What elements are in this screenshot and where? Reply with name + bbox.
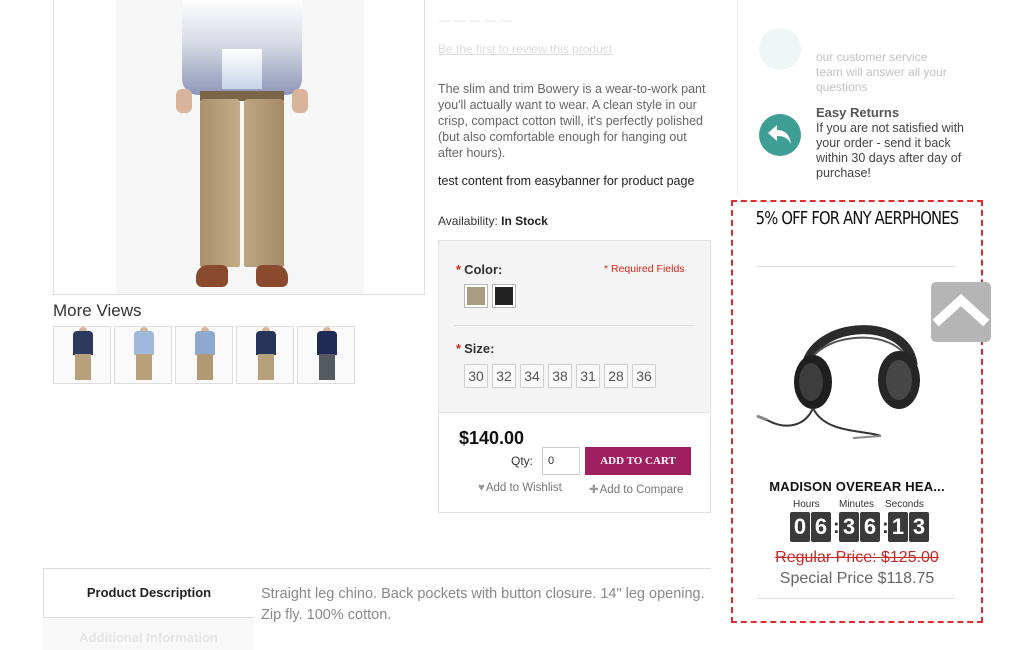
color-option-label: * Color: xyxy=(456,262,503,277)
options-divider xyxy=(454,325,695,326)
product-main-image[interactable] xyxy=(53,0,425,295)
tab-divider xyxy=(254,568,711,569)
customer-service-text: our customer service team will answer al… xyxy=(816,50,947,94)
size-option[interactable]: 31 xyxy=(576,364,600,388)
customer-service-icon xyxy=(759,28,801,70)
product-thumbnail[interactable] xyxy=(53,326,111,384)
color-swatch-black[interactable] xyxy=(492,284,516,308)
deal-regular-price: Regular Price: $125.00 xyxy=(775,549,939,566)
required-marker: * xyxy=(456,262,462,277)
countdown-digit: 6 xyxy=(860,512,880,542)
qty-input[interactable] xyxy=(542,447,580,475)
return-arrow-icon xyxy=(759,114,801,156)
countdown-separator: : xyxy=(833,516,840,538)
product-options: * Color: * Required Fields * Size: 30 32 3… xyxy=(438,240,711,413)
countdown-separator: : xyxy=(882,516,889,538)
product-photo-model xyxy=(116,0,364,294)
countdown-digit: 0 xyxy=(790,512,810,542)
thumbnail-gallery xyxy=(53,326,355,384)
deal-special-price: Special Price $118.75 xyxy=(779,570,935,587)
size-option[interactable]: 36 xyxy=(632,364,656,388)
add-to-wishlist-link[interactable]: ♥Add to Wishlist xyxy=(478,482,562,494)
column-divider xyxy=(737,0,738,195)
deal-widget: 5% OFF FOR ANY AERPHONES MADISON OVEREAR… xyxy=(731,200,983,623)
easybanner-text: test content from easybanner for product… xyxy=(438,174,695,188)
tab-content-description: Straight leg chino. Back pockets with bu… xyxy=(261,586,705,623)
scroll-to-top-button[interactable] xyxy=(931,282,991,342)
size-option[interactable]: 32 xyxy=(492,364,516,388)
product-price: $140.00 xyxy=(459,428,525,448)
product-thumbnail[interactable] xyxy=(175,326,233,384)
availability: Availability: In Stock xyxy=(438,214,548,228)
minutes-label: Minutes xyxy=(839,499,875,510)
product-thumbnail[interactable] xyxy=(297,326,355,384)
add-to-compare-link[interactable]: ✚Add to Compare xyxy=(589,482,683,496)
required-marker: * xyxy=(456,341,462,356)
qty-label: Qty: xyxy=(511,454,534,468)
size-option[interactable]: 34 xyxy=(520,364,544,388)
review-link[interactable]: Be the first to review this product xyxy=(438,42,612,56)
countdown-digit: 6 xyxy=(811,512,831,542)
required-fields-note: * Required Fields xyxy=(604,263,685,275)
color-swatch-khaki[interactable] xyxy=(464,284,488,308)
tab-additional-information[interactable]: Additional Information xyxy=(43,618,254,650)
easy-returns-text: If you are not satisfied with your order… xyxy=(816,121,964,180)
product-thumbnail[interactable] xyxy=(114,326,172,384)
hours-label: Hours xyxy=(793,499,820,510)
chevron-up-icon xyxy=(932,293,990,327)
availability-status: In Stock xyxy=(501,214,548,228)
add-to-cart-box: $140.00 Qty: ADD TO CART ♥Add to Wishlis… xyxy=(438,414,711,513)
size-option[interactable]: 38 xyxy=(548,364,572,388)
easy-returns-title: Easy Returns xyxy=(816,105,900,120)
countdown-timer: 0 6 : 3 6 : 1 3 xyxy=(790,512,930,542)
deal-divider xyxy=(757,266,955,267)
deal-product-name[interactable]: MADISON OVEREAR HEA... xyxy=(733,479,981,494)
deal-title: 5% OFF FOR ANY AERPHONES xyxy=(755,208,959,229)
faded-rating-row: — — — — — xyxy=(438,13,512,27)
size-options: 30 32 34 38 31 28 36 xyxy=(464,364,656,388)
countdown-digit: 3 xyxy=(909,512,929,542)
availability-label: Availability: xyxy=(438,214,498,228)
product-short-description: The slim and trim Bowery is a wear-to-wo… xyxy=(438,82,706,160)
size-option[interactable]: 28 xyxy=(604,364,628,388)
more-views-title: More Views xyxy=(53,301,142,320)
size-option-label: * Size: xyxy=(456,341,495,356)
headphones-image[interactable] xyxy=(755,312,959,442)
countdown-digit: 3 xyxy=(839,512,859,542)
tab-product-description[interactable]: Product Description xyxy=(43,568,254,618)
product-thumbnail[interactable] xyxy=(236,326,294,384)
add-to-cart-button[interactable]: ADD TO CART xyxy=(585,447,691,475)
heart-icon: ♥ xyxy=(478,482,485,494)
countdown-digit: 1 xyxy=(888,512,908,542)
deal-divider xyxy=(757,598,955,599)
size-option[interactable]: 30 xyxy=(464,364,488,388)
plus-icon: ✚ xyxy=(589,484,599,496)
seconds-label: Seconds xyxy=(885,499,924,510)
